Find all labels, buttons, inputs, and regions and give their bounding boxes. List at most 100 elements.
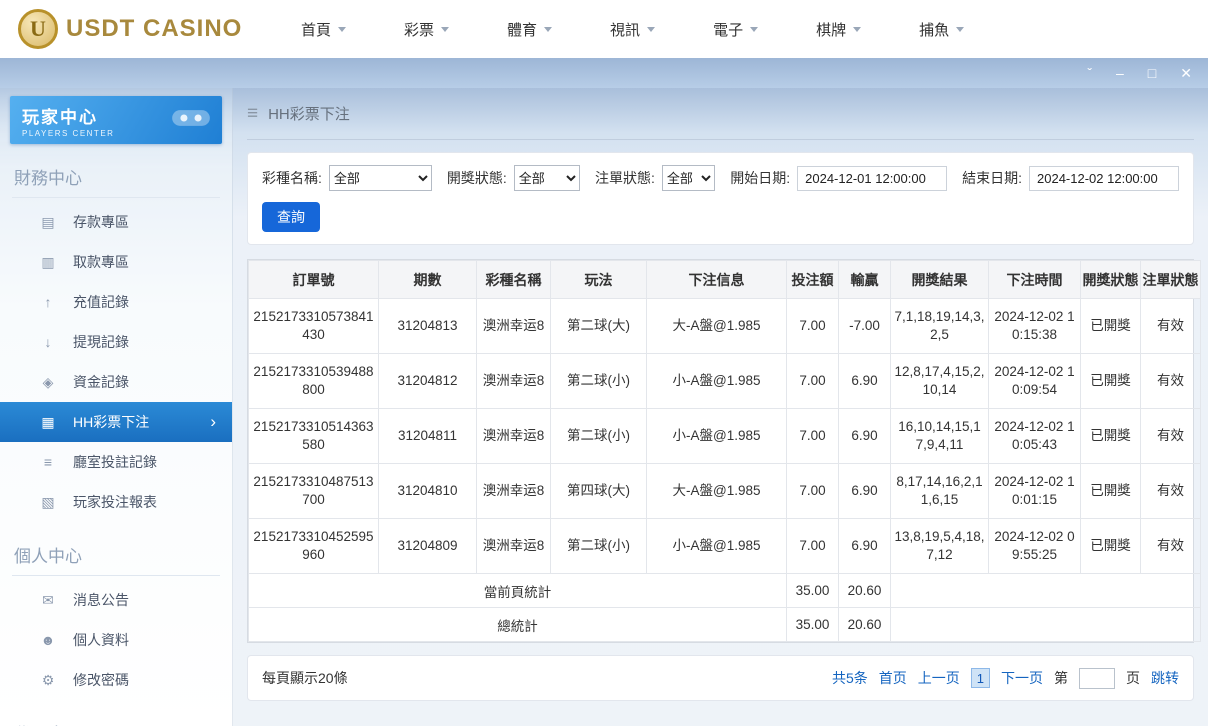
page-suffix-label: 页 xyxy=(1126,670,1140,686)
column-header: 注單狀態 xyxy=(1140,260,1201,299)
pagination-bar: 每頁顯示20條 共5条 首页 上一页 1 下一页 第 页 跳转 xyxy=(247,655,1194,701)
chevron-down-icon xyxy=(956,26,965,32)
bet-status-select[interactable]: 全部 xyxy=(661,165,716,191)
sidebar-item[interactable]: ▧ 玩家投注報表 xyxy=(0,482,232,522)
chevron-right-icon: › xyxy=(210,412,216,431)
cell: 第四球(大) xyxy=(550,463,647,519)
sidebar-item[interactable]: ◈ 資金記錄 xyxy=(0,362,232,402)
per-page-label: 每頁顯示20條 xyxy=(262,670,348,686)
cell: 2024-12-02 09:55:25 xyxy=(988,518,1081,574)
jump-link[interactable]: 跳转 xyxy=(1151,668,1179,688)
sidebar-menu: 財務中心 ▤ 存款專區 ▥ 取款專區 ↑ 充值記錄 ↓ 提現記錄 ◈ 資金記錄 ▦ HH彩票下注 › ≡ 廳室… xyxy=(0,158,232,726)
cell: 6.90 xyxy=(838,408,891,464)
nav-item[interactable]: 首頁 xyxy=(301,19,347,40)
nav-item-label: 電子 xyxy=(713,21,744,39)
maximize-icon[interactable]: □ xyxy=(1148,66,1156,80)
sidebar-item[interactable]: ↓ 提現記錄 xyxy=(0,322,232,362)
total-row: 總統計 35.00 20.60 xyxy=(248,607,1201,642)
search-button[interactable]: 查詢 xyxy=(262,202,320,232)
nav-item[interactable]: 捕魚 xyxy=(919,19,965,40)
cell: 已開獎 xyxy=(1080,518,1141,574)
sidebar-item[interactable]: ▥ 取款專區 xyxy=(0,242,232,282)
window-controls: ˇ – □ ✕ xyxy=(1087,66,1192,80)
next-page-link[interactable]: 下一页 xyxy=(1001,668,1043,688)
cell: 有效 xyxy=(1140,463,1201,519)
cell: 2024-12-02 10:01:15 xyxy=(988,463,1081,519)
withdraw-card-icon: ▥ xyxy=(41,253,55,270)
content-area: 玩家中心 PLAYERS CENTER 財務中心 ▤ 存款專區 ▥ 取款專區 ↑ 充值記錄 ↓… xyxy=(0,88,1208,726)
nav-item-label: 棋牌 xyxy=(816,21,847,39)
sidebar-item[interactable]: ✉ 消息公告 xyxy=(0,580,232,620)
total-winloss: 20.60 xyxy=(838,573,891,608)
column-header: 輸贏 xyxy=(838,260,891,299)
cell: 31204811 xyxy=(378,408,477,464)
minimize-icon[interactable]: – xyxy=(1116,66,1124,80)
table-foot: 當前頁統計 35.00 20.60 總統計 35.00 20.60 xyxy=(248,573,1201,642)
title-bar: ˇ – □ ✕ xyxy=(0,58,1208,88)
start-date-input[interactable] xyxy=(797,165,948,191)
cell: 第二球(小) xyxy=(550,408,647,464)
prev-page-link[interactable]: 上一页 xyxy=(918,668,960,688)
total-row: 當前頁統計 35.00 20.60 xyxy=(248,573,1201,608)
current-page-badge[interactable]: 1 xyxy=(970,668,990,688)
nav-item[interactable]: 棋牌 xyxy=(816,19,862,40)
cell: 6.90 xyxy=(838,463,891,519)
page-title: HH彩票下注 xyxy=(268,106,350,123)
cell: 有效 xyxy=(1140,408,1201,464)
sidebar-item-label: 資金記錄 xyxy=(73,374,129,390)
funds-record-icon: ◈ xyxy=(42,373,54,390)
cell: 2152173310452595960 xyxy=(248,518,379,574)
sidebar-item[interactable]: ▤ 存款專區 xyxy=(0,202,232,242)
chevron-down-icon xyxy=(544,26,553,32)
close-icon[interactable]: ✕ xyxy=(1180,66,1192,80)
column-header: 期數 xyxy=(378,260,477,299)
logo-text: USDT CASINO xyxy=(66,15,243,42)
pager: 共5条 首页 上一页 1 下一页 第 页 跳转 xyxy=(832,667,1179,689)
cell: 已開獎 xyxy=(1080,463,1141,519)
sidebar-item-label: 取款專區 xyxy=(73,254,129,270)
nav-item[interactable]: 彩票 xyxy=(404,19,450,40)
nav-item-label: 彩票 xyxy=(404,21,435,39)
cell: 2024-12-02 10:09:54 xyxy=(988,353,1081,409)
nav-item[interactable]: 電子 xyxy=(713,19,759,40)
column-header: 投注額 xyxy=(786,260,839,299)
deposit-card-icon: ▤ xyxy=(41,213,55,230)
total-label: 總統計 xyxy=(248,607,787,642)
first-page-link[interactable]: 首页 xyxy=(879,668,907,688)
cell: 8,17,14,16,2,11,6,15 xyxy=(890,463,989,519)
sidebar-item[interactable]: ⚙ 修改密碼 xyxy=(0,660,232,700)
lottery-bet-icon: ▦ xyxy=(41,413,55,430)
sidebar-item-label: 廳室投註記錄 xyxy=(73,454,157,470)
menu-icon[interactable]: ≡ xyxy=(247,103,258,125)
cell: 澳洲幸运8 xyxy=(476,463,551,519)
draw-status-select[interactable]: 全部 xyxy=(513,165,580,191)
lottery-select[interactable]: 全部 xyxy=(328,165,432,191)
sidebar-item[interactable]: ☻ 個人資料 xyxy=(0,620,232,660)
cell: 有效 xyxy=(1140,353,1201,409)
sidebar-item[interactable]: ≡ 廳室投註記錄 xyxy=(0,442,232,482)
sidebar-item[interactable]: ↑ 充值記錄 xyxy=(0,282,232,322)
sidebar-section-label: 個人中心 xyxy=(12,536,220,576)
collapse-icon[interactable]: ˇ xyxy=(1087,66,1092,80)
nav-item[interactable]: 體育 xyxy=(507,19,553,40)
column-header: 開獎狀態 xyxy=(1080,260,1141,299)
cell: 2152173310539488800 xyxy=(248,353,379,409)
total-winloss: 20.60 xyxy=(838,607,891,642)
cell: 已開獎 xyxy=(1080,408,1141,464)
page-jump-input[interactable] xyxy=(1079,667,1115,689)
main-panel: ≡ HH彩票下注 彩種名稱: 全部 開獎狀態: 全部 注單狀態: 全部 開始日期… xyxy=(233,88,1208,726)
logo-icon: U xyxy=(18,9,58,49)
total-bet: 35.00 xyxy=(786,607,839,642)
cell: 2024-12-02 10:05:43 xyxy=(988,408,1081,464)
end-date-label: 結束日期: xyxy=(962,170,1023,186)
end-date-input[interactable] xyxy=(1029,165,1180,191)
cell: 已開獎 xyxy=(1080,353,1141,409)
cell: 12,8,17,4,15,2,10,14 xyxy=(890,353,989,409)
table-row: 2152173310539488800 31204812 澳洲幸运8 第二球(小) 小-… xyxy=(248,353,1201,409)
gamepad-icon xyxy=(172,107,210,134)
sidebar-item[interactable]: ▦ HH彩票下注 › xyxy=(0,402,232,442)
nav-item[interactable]: 視訊 xyxy=(610,19,656,40)
filter-panel: 彩種名稱: 全部 開獎狀態: 全部 注單狀態: 全部 開始日期: 結束日期: 查… xyxy=(247,152,1194,245)
cell: 13,8,19,5,4,18,7,12 xyxy=(890,518,989,574)
cell: 31204812 xyxy=(378,353,477,409)
